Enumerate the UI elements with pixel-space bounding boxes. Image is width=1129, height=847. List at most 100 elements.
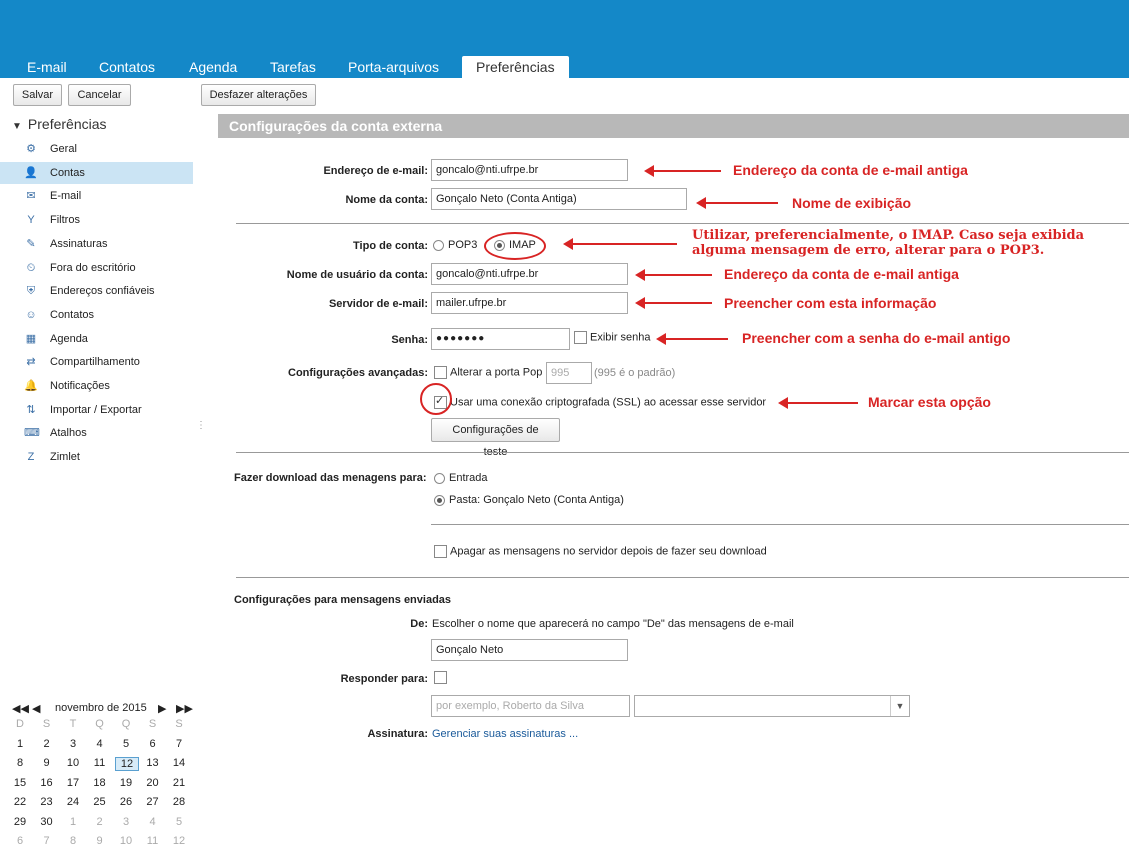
calendar-day[interactable]: 11 xyxy=(142,835,164,847)
change-port-check-icon[interactable] xyxy=(434,366,447,379)
tab-tasks[interactable]: Tarefas xyxy=(260,56,326,78)
reply-to-name-field[interactable]: por exemplo, Roberto da Silva xyxy=(431,695,630,717)
calendar-day[interactable]: 27 xyxy=(142,796,164,808)
sidebar-item-geral[interactable]: ⚙ Geral xyxy=(0,138,193,160)
prev-year-icon[interactable]: ◀◀ xyxy=(12,702,29,715)
tab-briefcase[interactable]: Porta-arquivos xyxy=(338,56,449,78)
sidebar-header[interactable]: ▼ Preferências xyxy=(12,116,107,132)
calendar-day[interactable]: 13 xyxy=(142,757,164,769)
calendar-day[interactable]: 24 xyxy=(62,796,84,808)
calendar-day[interactable]: 9 xyxy=(36,757,58,769)
calendar-day[interactable]: 7 xyxy=(36,835,58,847)
calendar-day[interactable]: 1 xyxy=(9,738,31,750)
calendar-day[interactable]: 2 xyxy=(89,816,111,828)
tab-contacts[interactable]: Contatos xyxy=(89,56,165,78)
calendar-day[interactable]: 18 xyxy=(89,777,111,789)
sidebar-item-e-mail[interactable]: ✉ E-mail xyxy=(0,185,193,207)
calendar-day[interactable]: 9 xyxy=(89,835,111,847)
calendar-day[interactable]: 5 xyxy=(115,738,137,750)
reply-to-checkbox[interactable] xyxy=(434,671,450,684)
next-year-icon[interactable]: ▶▶ xyxy=(176,702,193,715)
from-name-field[interactable]: Gonçalo Neto xyxy=(431,639,628,661)
calendar-day[interactable]: 17 xyxy=(62,777,84,789)
calendar-day[interactable]: 6 xyxy=(9,835,31,847)
next-month-icon[interactable]: ▶ xyxy=(158,702,166,715)
sidebar-item-contas[interactable]: 👤 Contas xyxy=(0,161,193,184)
collapse-triangle-icon[interactable]: ▼ xyxy=(12,121,22,132)
calendar-day[interactable]: 16 xyxy=(36,777,58,789)
calendar-day[interactable]: 28 xyxy=(168,796,190,808)
calendar-day[interactable]: 15 xyxy=(9,777,31,789)
calendar-day[interactable]: 20 xyxy=(142,777,164,789)
dropdown-arrow-icon[interactable]: ▼ xyxy=(890,696,909,716)
test-settings-button[interactable]: Configurações de teste xyxy=(431,418,560,458)
calendar-day[interactable]: 11 xyxy=(89,757,111,769)
cancel-button[interactable]: Cancelar xyxy=(68,84,131,106)
calendar-day[interactable]: 6 xyxy=(142,738,164,750)
pop3-radio[interactable]: POP3 xyxy=(433,239,477,251)
calendar-day[interactable]: 5 xyxy=(168,816,190,828)
calendar-day[interactable]: 22 xyxy=(9,796,31,808)
calendar-day[interactable]: 21 xyxy=(168,777,190,789)
inbox-radio-icon[interactable] xyxy=(434,472,445,484)
sidebar-item-importar-exportar[interactable]: ⇅ Importar / Exportar xyxy=(0,399,193,421)
sidebar-item-atalhos[interactable]: ⌨ Atalhos xyxy=(0,422,193,444)
calendar-day[interactable]: 10 xyxy=(62,757,84,769)
delete-on-server-check-icon[interactable] xyxy=(434,545,447,558)
show-password-check-icon[interactable] xyxy=(574,331,587,344)
prev-month-icon[interactable]: ◀ xyxy=(32,702,40,715)
calendar-day[interactable]: 10 xyxy=(115,835,137,847)
sidebar-item-notificações[interactable]: 🔔 Notificações xyxy=(0,375,193,397)
pop3-radio-icon[interactable] xyxy=(433,239,444,251)
calendar-day[interactable]: 8 xyxy=(9,757,31,769)
calendar-day[interactable]: 29 xyxy=(9,816,31,828)
calendar-day[interactable]: 7 xyxy=(168,738,190,750)
inbox-radio[interactable]: Entrada xyxy=(434,472,488,484)
calendar-day[interactable]: 3 xyxy=(115,816,137,828)
username-field[interactable]: goncalo@nti.ufrpe.br xyxy=(431,263,628,285)
calendar-day[interactable]: 12 xyxy=(168,835,190,847)
ssl-checkbox[interactable]: Usar uma conexão criptografada (SSL) ao … xyxy=(434,394,766,409)
calendar-day[interactable]: 3 xyxy=(62,738,84,750)
password-field[interactable]: ●●●●●●● xyxy=(431,328,570,350)
sidebar-item-endereços-confiáveis[interactable]: ⛨ Endereços confiáveis xyxy=(0,280,193,302)
port-field[interactable]: 995 xyxy=(546,362,592,384)
server-field[interactable]: mailer.ufrpe.br xyxy=(431,292,628,314)
change-port-checkbox[interactable]: Alterar a porta Pop xyxy=(434,366,542,379)
show-password-checkbox[interactable]: Exibir senha xyxy=(574,331,651,344)
calendar-day[interactable]: 12 xyxy=(115,757,139,771)
calendar-day[interactable]: 14 xyxy=(168,757,190,769)
calendar-day[interactable]: 4 xyxy=(142,816,164,828)
reply-to-check-icon[interactable] xyxy=(434,671,447,684)
tab-email[interactable]: E-mail xyxy=(17,56,77,78)
tab-calendar[interactable]: Agenda xyxy=(179,56,247,78)
folder-radio[interactable]: Pasta: Gonçalo Neto (Conta Antiga) xyxy=(434,494,624,506)
sidebar-item-compartilhamento[interactable]: ⇄ Compartilhamento xyxy=(0,351,193,373)
calendar-day[interactable]: 2 xyxy=(36,738,58,750)
calendar-day[interactable]: 19 xyxy=(115,777,137,789)
folder-radio-icon[interactable] xyxy=(434,494,445,506)
calendar-day[interactable]: 8 xyxy=(62,835,84,847)
reply-to-address-select[interactable]: ▼ xyxy=(634,695,910,717)
calendar-day[interactable]: 26 xyxy=(115,796,137,808)
manage-signatures-link[interactable]: Gerenciar suas assinaturas ... xyxy=(432,728,578,740)
calendar-day[interactable]: 25 xyxy=(89,796,111,808)
sidebar-item-fora-do-escritório[interactable]: ⏲ Fora do escritório xyxy=(0,257,193,279)
calendar-day[interactable]: 1 xyxy=(62,816,84,828)
sidebar-item-agenda[interactable]: ▦ Agenda xyxy=(0,328,193,350)
sidebar-item-zimlet[interactable]: Z Zimlet xyxy=(0,446,193,468)
delete-on-server-checkbox[interactable]: Apagar as mensagens no servidor depois d… xyxy=(434,545,767,558)
save-button[interactable]: Salvar xyxy=(13,84,62,106)
tab-preferences[interactable]: Preferências xyxy=(462,56,569,78)
splitter-handle[interactable]: ⋮ xyxy=(196,420,206,436)
account-name-field[interactable]: Gonçalo Neto (Conta Antiga) xyxy=(431,188,687,210)
divider xyxy=(236,223,1129,224)
sidebar-item-contatos[interactable]: ☺ Contatos xyxy=(0,304,193,326)
undo-changes-button[interactable]: Desfazer alterações xyxy=(201,84,316,106)
calendar-day[interactable]: 4 xyxy=(89,738,111,750)
calendar-day[interactable]: 30 xyxy=(36,816,58,828)
calendar-day[interactable]: 23 xyxy=(36,796,58,808)
sidebar-item-assinaturas[interactable]: ✎ Assinaturas xyxy=(0,233,193,255)
sidebar-item-filtros[interactable]: Y Filtros xyxy=(0,209,193,231)
email-field[interactable]: goncalo@nti.ufrpe.br xyxy=(431,159,628,181)
